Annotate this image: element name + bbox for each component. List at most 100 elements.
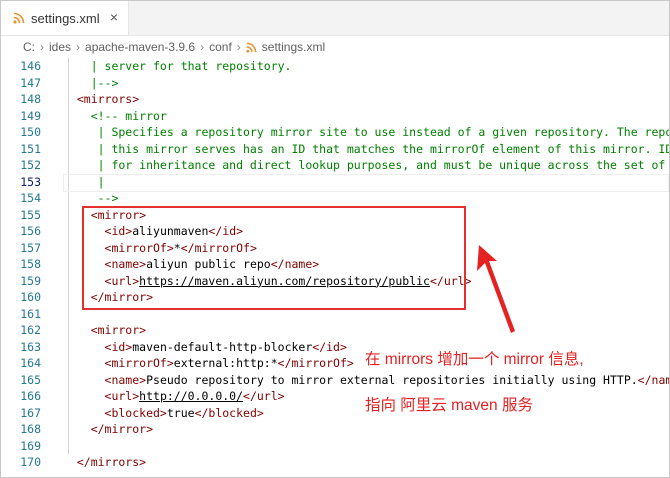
line-content: |--> [63,75,119,92]
line-number: 157 [20,240,41,255]
editor-window: settings.xml × C: › ides › apache-maven-… [0,0,670,478]
code-line[interactable]: 169 [1,438,669,455]
line-number: 159 [20,273,41,288]
line-content: <name>Pseudo repository to mirror extern… [63,372,669,389]
line-number: 150 [20,125,41,139]
code-token: <name> [63,372,147,387]
code-token[interactable]: http://0.0.0.0/ [139,389,243,403]
line-number: 152 [20,158,41,172]
code-token: | Specifies a repository mirror site to … [63,125,670,139]
code-line[interactable]: 146 | server for that repository. [1,58,669,75]
code-token: <mirrorOf> [63,356,174,370]
code-line[interactable]: 149 <!-- mirror [1,108,669,125]
code-token: | server for that repository. [63,59,292,73]
code-token: </url> [243,389,285,403]
code-line[interactable]: 165 <name>Pseudo repository to mirror ex… [1,372,669,389]
code-token: | for inheritance and direct lookup purp… [63,158,670,172]
code-line[interactable]: 147 |--> [1,75,669,92]
line-number: 163 [20,339,41,354]
chevron-right-icon: › [236,40,241,54]
line-number: 168 [20,422,41,436]
code-token: <!-- mirror [63,108,167,123]
code-token: <mirrors> [63,92,140,106]
code-line[interactable]: 153 | [1,173,669,192]
code-line[interactable]: 152 | for inheritance and direct lookup … [1,157,669,174]
line-number: 156 [20,224,41,238]
line-number: 161 [20,306,41,321]
line-content: </mirror> [63,421,153,438]
line-number: 160 [20,290,41,304]
breadcrumb-item[interactable]: apache-maven-3.9.6 [85,40,195,54]
breadcrumb-item[interactable]: conf [209,40,232,54]
code-token: <mirror> [63,323,147,337]
breadcrumb: C: › ides › apache-maven-3.9.6 › conf › … [1,36,669,58]
code-token: </blocked> [194,405,264,420]
code-token: <blocked> [63,405,167,420]
code-line[interactable]: 166 <url>http://0.0.0.0/</url> [1,388,669,405]
code-token: </mirrors> [63,455,147,469]
line-content: <blocked>true</blocked> [63,405,264,422]
code-token: </mirror> [63,422,154,436]
code-token: maven-default-http-blocker [132,339,313,354]
line-number: 153 [20,174,41,189]
line-number: 146 [20,59,41,73]
code-token: <url> [63,389,140,403]
annotation-text: 在 mirrors 增加一个 mirror 信息, [365,351,584,368]
line-number: 170 [20,455,41,469]
rss-file-icon [246,42,257,53]
code-line[interactable]: 162 <mirror> [1,322,669,339]
line-number: 167 [20,405,41,420]
line-number: 151 [20,141,41,156]
code-token: true [166,405,195,420]
breadcrumb-item[interactable]: ides [49,40,71,54]
code-token: <id> [63,339,133,354]
tab-settings-xml[interactable]: settings.xml × [1,1,129,35]
line-number: 147 [20,75,41,90]
chevron-right-icon: › [40,40,44,54]
tab-bar: settings.xml × [1,1,669,36]
breadcrumb-item[interactable]: C: [23,40,35,54]
line-number: 166 [20,389,41,403]
line-number: 155 [20,207,41,222]
code-token: |--> [63,75,119,90]
line-content: <url>http://0.0.0.0/</url> [63,388,285,405]
line-number: 154 [20,191,41,205]
code-token: | [63,174,105,189]
line-number: 158 [20,257,41,271]
line-content: | for inheritance and direct lookup purp… [63,157,670,174]
line-content: --> [63,190,119,207]
line-number: 149 [20,108,41,123]
code-line[interactable]: 150 | Specifies a repository mirror site… [1,124,669,141]
line-content: | [63,174,105,191]
code-line[interactable]: 148 <mirrors> [1,91,669,108]
annotation-text: 指向 阿里云 maven 服务 [365,397,533,414]
line-content: | server for that repository. [63,58,292,75]
code-token: </id> [312,339,347,354]
code-line[interactable]: 170 </mirrors> [1,454,669,471]
line-number: 164 [20,356,41,370]
line-content: <mirrors> [63,91,139,108]
current-line-highlight [63,173,669,192]
code-token: --> [63,191,119,205]
line-number: 162 [20,323,41,337]
code-line[interactable]: 154 --> [1,190,669,207]
rss-file-icon [13,12,25,24]
chevron-right-icon: › [200,40,205,54]
arrow-annotation [477,245,515,333]
code-line[interactable]: 151 | this mirror serves has an ID that … [1,141,669,158]
code-line[interactable]: 168 </mirror> [1,421,669,438]
line-content: </mirrors> [63,454,146,471]
code-line[interactable]: 167 <blocked>true</blocked> [1,405,669,422]
line-content: <mirror> [63,322,146,339]
chevron-right-icon: › [76,40,81,54]
line-content: <mirrorOf>external:http:*</mirrorOf> [63,355,354,372]
line-number: 165 [20,372,41,387]
close-icon[interactable]: × [110,10,118,24]
line-number: 148 [20,92,41,106]
code-token: | this mirror serves has an ID that matc… [63,141,670,156]
line-number: 169 [20,438,41,453]
code-token: external:http:* [173,356,278,370]
line-content: | this mirror serves has an ID that matc… [63,141,670,158]
highlight-box [82,206,466,310]
breadcrumb-item[interactable]: settings.xml [262,40,325,54]
